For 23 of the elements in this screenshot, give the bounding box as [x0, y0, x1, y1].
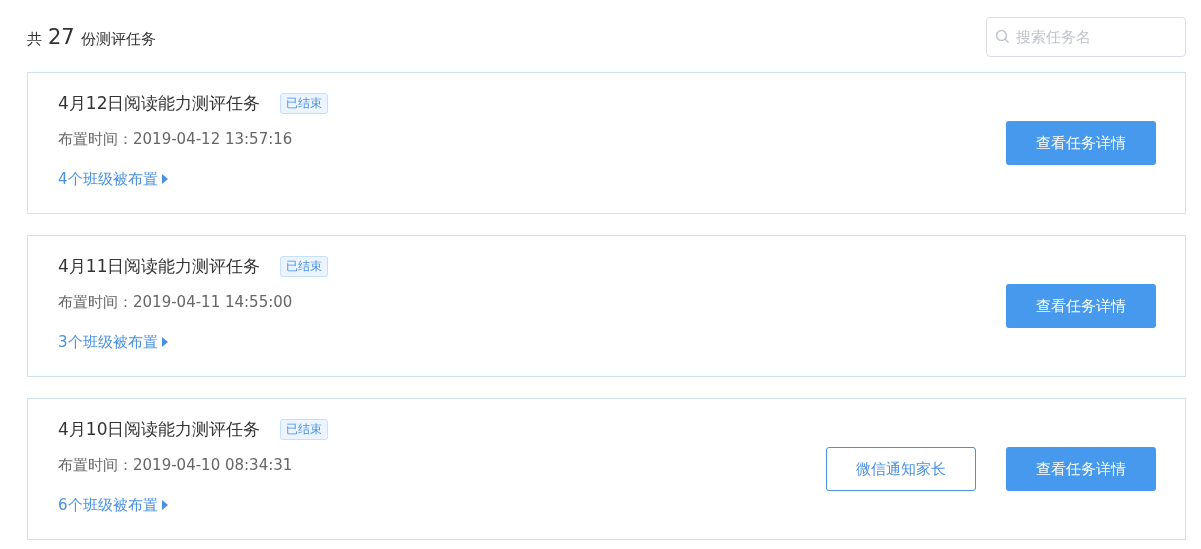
search-field[interactable]: 搜索任务名 [986, 17, 1186, 57]
status-tag: 已结束 [280, 92, 329, 114]
task-details-button[interactable]: 查看任务详情 [1006, 447, 1156, 491]
summary-suffix: 份测评任务 [80, 30, 156, 49]
task-title: 4月12日阅读能力测评任务 [58, 91, 261, 115]
status-tag: 已结束 [280, 255, 329, 277]
task-count: 27 [48, 25, 75, 49]
caret-icon [161, 500, 168, 510]
caret-icon [161, 174, 168, 184]
caret-icon [161, 337, 168, 347]
assigned-time: 布置时间：2019-04-12 13:57:16 [58, 129, 294, 150]
classes-link[interactable]: 6个班级被布置 [58, 485, 329, 525]
task-details-button[interactable]: 查看任务详情 [1006, 121, 1156, 165]
task-details-button[interactable]: 查看任务详情 [1006, 284, 1156, 328]
summary-prefix: 共 [27, 30, 42, 49]
status-tag: 已结束 [280, 418, 329, 440]
task-title: 4月10日阅读能力测评任务 [58, 417, 261, 441]
assigned-time: 布置时间：2019-04-10 08:34:31 [58, 455, 294, 476]
notify-parents-button[interactable]: 微信通知家长 [826, 447, 976, 491]
classes-link[interactable]: 4个班级被布置 [58, 159, 329, 199]
classes-link[interactable]: 3个班级被布置 [58, 322, 329, 362]
task-title: 4月11日阅读能力测评任务 [58, 254, 261, 278]
assigned-time: 布置时间：2019-04-11 14:55:00 [58, 292, 294, 313]
